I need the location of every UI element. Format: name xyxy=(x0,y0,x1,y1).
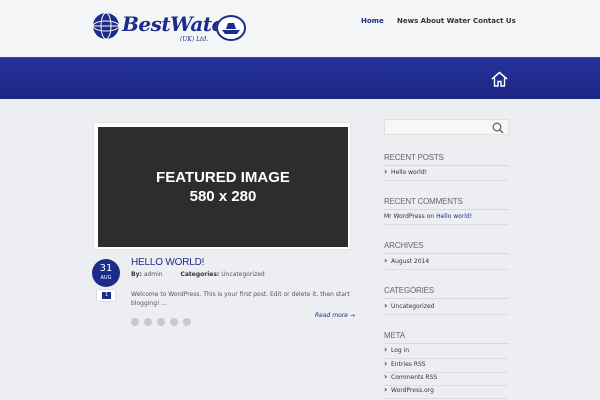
category-item[interactable]: Uncategorized xyxy=(384,301,509,315)
date-circle: 31 AUG xyxy=(92,259,120,287)
facebook-icon[interactable] xyxy=(131,318,139,326)
author-label: By: xyxy=(131,271,142,278)
post-meta: By: admin Categories: Uncategorized xyxy=(131,271,265,278)
post-day: 31 xyxy=(99,263,113,274)
stumbleupon-icon[interactable] xyxy=(170,318,178,326)
meta-entries-rss[interactable]: Entries RSS xyxy=(384,359,509,373)
featured-image-size: 580 x 280 xyxy=(189,188,257,205)
post-category[interactable]: Uncategorized xyxy=(221,271,264,278)
nav-news-about-water[interactable]: News About Water xyxy=(397,17,470,25)
nav-home[interactable]: Home xyxy=(361,17,384,25)
delicious-icon[interactable] xyxy=(183,318,191,326)
featured-image-placeholder: FEATURED IMAGE 580 x 280 xyxy=(98,127,348,247)
meta-comments-rss[interactable]: Comments RSS xyxy=(384,372,509,386)
page-banner xyxy=(0,57,600,99)
main-navigation: Home News About Water Contact Us xyxy=(0,17,600,29)
twitter-icon[interactable] xyxy=(144,318,152,326)
share-icons xyxy=(131,311,196,326)
nav-contact-us[interactable]: Contact Us xyxy=(473,17,516,25)
meta-wordpress-org[interactable]: WordPress.org xyxy=(384,385,509,399)
recent-comment-item: Mr WordPress on Hello world! xyxy=(384,212,509,225)
post-title[interactable]: Hello world! xyxy=(131,257,204,268)
featured-image-label: FEATURED IMAGE xyxy=(156,169,290,186)
read-more-link[interactable]: Read more → xyxy=(315,312,355,319)
post-month: AUG xyxy=(100,275,112,281)
post-author[interactable]: admin xyxy=(144,271,163,278)
logo-subtitle: (UK) Ltd. xyxy=(180,36,209,43)
comment-on: on xyxy=(426,213,435,220)
site-header: BestWater (UK) Ltd. Home News About Wate… xyxy=(0,0,600,57)
recent-comments-title: Recent Comments xyxy=(384,197,509,210)
comment-author[interactable]: Mr WordPress xyxy=(384,213,425,220)
search-input[interactable] xyxy=(384,119,509,135)
archive-item[interactable]: August 2014 xyxy=(384,256,509,270)
post-excerpt: Welcome to WordPress. This is your first… xyxy=(131,291,350,307)
recent-posts-title: Recent Posts xyxy=(384,153,509,166)
home-icon[interactable] xyxy=(491,71,508,87)
digg-icon[interactable] xyxy=(157,318,165,326)
search-icon[interactable] xyxy=(492,122,504,134)
categories-title: Categories xyxy=(384,286,509,299)
meta-login[interactable]: Log in xyxy=(384,345,509,359)
comment-post-link[interactable]: Hello world! xyxy=(436,213,472,220)
comment-count: 1 xyxy=(102,292,111,299)
featured-image[interactable]: FEATURED IMAGE 580 x 280 xyxy=(93,122,351,250)
categories-label: Categories: xyxy=(180,271,220,278)
meta-title: Meta xyxy=(384,331,509,344)
recent-post-item[interactable]: Hello world! xyxy=(384,167,509,181)
post-date-badge: 31 AUG 1 xyxy=(92,259,120,303)
comment-count-badge[interactable]: 1 xyxy=(96,289,116,302)
archives-title: Archives xyxy=(384,241,509,254)
